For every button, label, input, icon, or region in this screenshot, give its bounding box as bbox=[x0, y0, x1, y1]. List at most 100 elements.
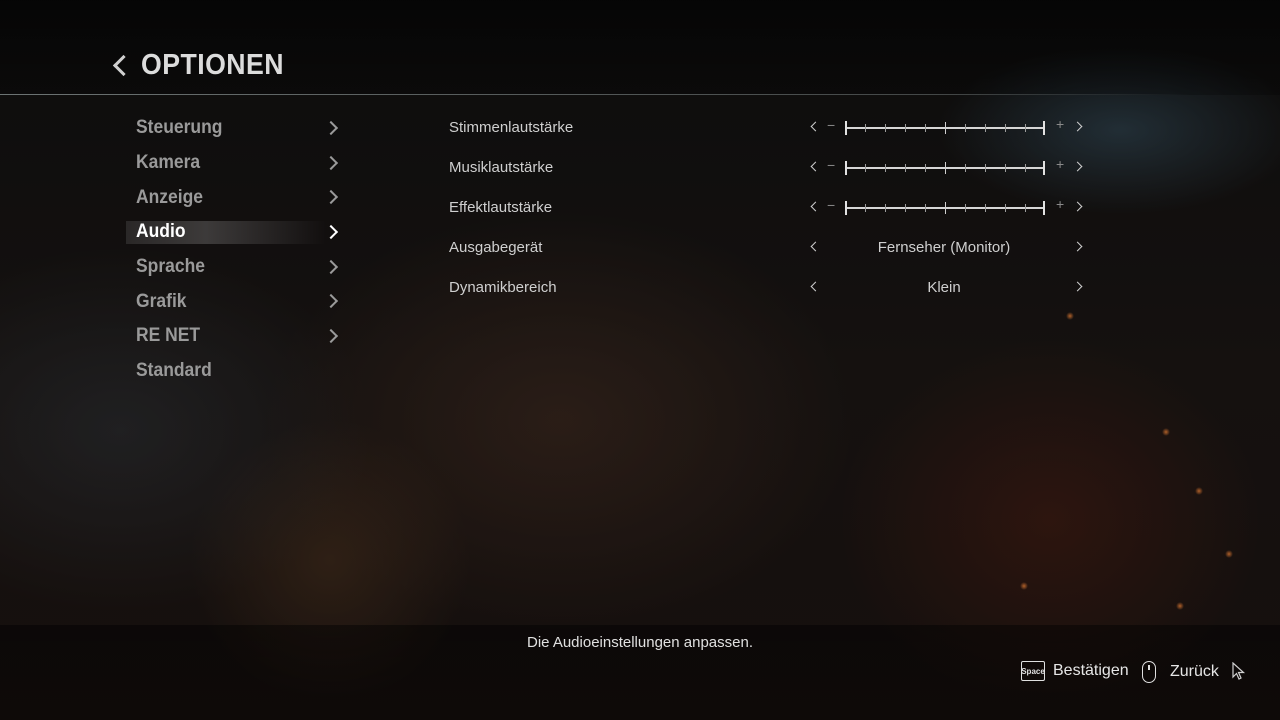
minus-icon: − bbox=[827, 117, 836, 133]
slider-tick bbox=[945, 162, 946, 174]
chevron-right-icon bbox=[323, 224, 339, 240]
slider-tick bbox=[925, 204, 926, 212]
header-divider bbox=[0, 94, 1190, 95]
back-label: Zurück bbox=[1170, 663, 1219, 680]
plus-icon: + bbox=[1056, 116, 1065, 132]
back-button[interactable]: OPTIONEN bbox=[110, 47, 296, 83]
slider-tick bbox=[985, 124, 986, 132]
chevron-right-icon[interactable] bbox=[1072, 201, 1083, 212]
chevron-right-icon[interactable] bbox=[1072, 121, 1083, 132]
chevron-left-icon[interactable] bbox=[810, 281, 821, 292]
slider-tick bbox=[905, 164, 906, 172]
menu-item-label: Standard bbox=[136, 360, 212, 382]
menu-item-steuerung[interactable]: Steuerung bbox=[136, 111, 346, 146]
slider-tick bbox=[885, 204, 886, 212]
setting-label: Musiklautstärke bbox=[449, 159, 554, 176]
chevron-right-icon bbox=[323, 190, 339, 205]
slider-tick bbox=[845, 201, 847, 215]
menu-item-label: Steuerung bbox=[136, 117, 223, 139]
menu-item-kamera[interactable]: Kamera bbox=[136, 146, 346, 181]
slider-tick bbox=[945, 122, 946, 134]
setting-dynamic-range[interactable]: Dynamikbereich Klein bbox=[449, 268, 1089, 308]
menu-item-sprache[interactable]: Sprache bbox=[136, 250, 346, 285]
slider-tick bbox=[1005, 164, 1006, 172]
slider-tick bbox=[1005, 124, 1006, 132]
menu-item-anzeige[interactable]: Anzeige bbox=[136, 180, 346, 215]
back-hint[interactable]: Zurück bbox=[1142, 661, 1219, 683]
slider-tick bbox=[985, 204, 986, 212]
slider-tick bbox=[885, 164, 886, 172]
volume-slider[interactable] bbox=[845, 121, 1045, 135]
slider-tick bbox=[885, 124, 886, 132]
options-menu: Steuerung Kamera Anzeige Audio Sprache G… bbox=[126, 111, 346, 389]
menu-item-label: Anzeige bbox=[136, 186, 204, 208]
confirm-hint[interactable]: Space Bestätigen bbox=[1021, 661, 1129, 681]
setting-value: Klein bbox=[927, 279, 961, 296]
description-text: Die Audioeinstellungen anpassen. bbox=[526, 634, 753, 651]
slider-tick bbox=[1025, 204, 1026, 212]
chevron-right-icon bbox=[323, 259, 339, 274]
slider-handle bbox=[1043, 121, 1045, 135]
menu-item-re-net[interactable]: RE NET bbox=[136, 319, 346, 354]
setting-voice-volume[interactable]: Stimmenlautstärke − + bbox=[449, 108, 1089, 148]
plus-icon: + bbox=[1056, 196, 1065, 212]
setting-effect-volume[interactable]: Effektlautstärke − + bbox=[449, 188, 1089, 228]
chevron-right-icon bbox=[323, 329, 339, 344]
slider-tick bbox=[845, 161, 847, 175]
slider-tick bbox=[865, 124, 866, 132]
slider-tick bbox=[965, 204, 966, 212]
minus-icon: − bbox=[827, 157, 836, 173]
setting-music-volume[interactable]: Musiklautstärke − + bbox=[449, 148, 1089, 188]
slider-tick bbox=[865, 204, 866, 212]
slider-tick bbox=[905, 204, 906, 212]
page-title: OPTIONEN bbox=[141, 48, 285, 81]
slider-handle bbox=[1043, 161, 1045, 175]
volume-slider[interactable] bbox=[845, 161, 1045, 175]
slider-tick bbox=[1025, 124, 1026, 132]
slider-tick bbox=[845, 121, 847, 135]
chevron-left-icon bbox=[112, 54, 135, 76]
setting-label: Dynamikbereich bbox=[449, 279, 557, 296]
slider-tick bbox=[1005, 204, 1006, 212]
audio-settings-panel: Stimmenlautstärke − + Musiklautstärke − … bbox=[449, 108, 1089, 308]
setting-output-device[interactable]: Ausgabegerät Fernseher (Monitor) bbox=[449, 228, 1089, 268]
chevron-right-icon bbox=[323, 155, 339, 170]
chevron-right-icon bbox=[323, 294, 339, 309]
slider-tick bbox=[925, 164, 926, 172]
chevron-left-icon[interactable] bbox=[810, 121, 821, 132]
menu-item-audio[interactable]: Audio bbox=[126, 215, 346, 250]
menu-item-label: Sprache bbox=[136, 256, 205, 278]
slider-tick bbox=[865, 164, 866, 172]
chevron-right-icon[interactable] bbox=[1072, 161, 1083, 172]
slider-tick bbox=[925, 124, 926, 132]
mouse-cursor-icon bbox=[1232, 661, 1246, 685]
slider-tick bbox=[985, 164, 986, 172]
volume-slider[interactable] bbox=[845, 201, 1045, 215]
menu-item-label: RE NET bbox=[136, 325, 201, 347]
chevron-left-icon[interactable] bbox=[810, 161, 821, 172]
slider-tick bbox=[1025, 164, 1026, 172]
setting-value: Fernseher (Monitor) bbox=[877, 239, 1011, 256]
chevron-right-icon[interactable] bbox=[1072, 241, 1083, 252]
minus-icon: − bbox=[827, 197, 836, 213]
menu-item-label: Audio bbox=[136, 221, 186, 243]
confirm-label: Bestätigen bbox=[1053, 662, 1129, 679]
menu-item-label: Grafik bbox=[136, 290, 187, 312]
menu-item-standard[interactable]: Standard bbox=[136, 354, 346, 389]
chevron-right-icon bbox=[323, 120, 339, 136]
slider-tick bbox=[945, 202, 946, 214]
space-key-icon: Space bbox=[1021, 661, 1045, 681]
slider-tick bbox=[965, 124, 966, 132]
chevron-left-icon[interactable] bbox=[810, 241, 821, 252]
setting-label: Ausgabegerät bbox=[449, 239, 543, 256]
menu-item-label: Kamera bbox=[136, 152, 201, 174]
mouse-icon bbox=[1142, 661, 1156, 683]
slider-handle bbox=[1043, 201, 1045, 215]
menu-item-grafik[interactable]: Grafik bbox=[136, 284, 346, 319]
chevron-right-icon[interactable] bbox=[1072, 281, 1083, 292]
setting-label: Stimmenlautstärke bbox=[449, 119, 574, 136]
setting-label: Effektlautstärke bbox=[449, 199, 553, 216]
slider-tick bbox=[905, 124, 906, 132]
chevron-left-icon[interactable] bbox=[810, 201, 821, 212]
slider-tick bbox=[965, 164, 966, 172]
